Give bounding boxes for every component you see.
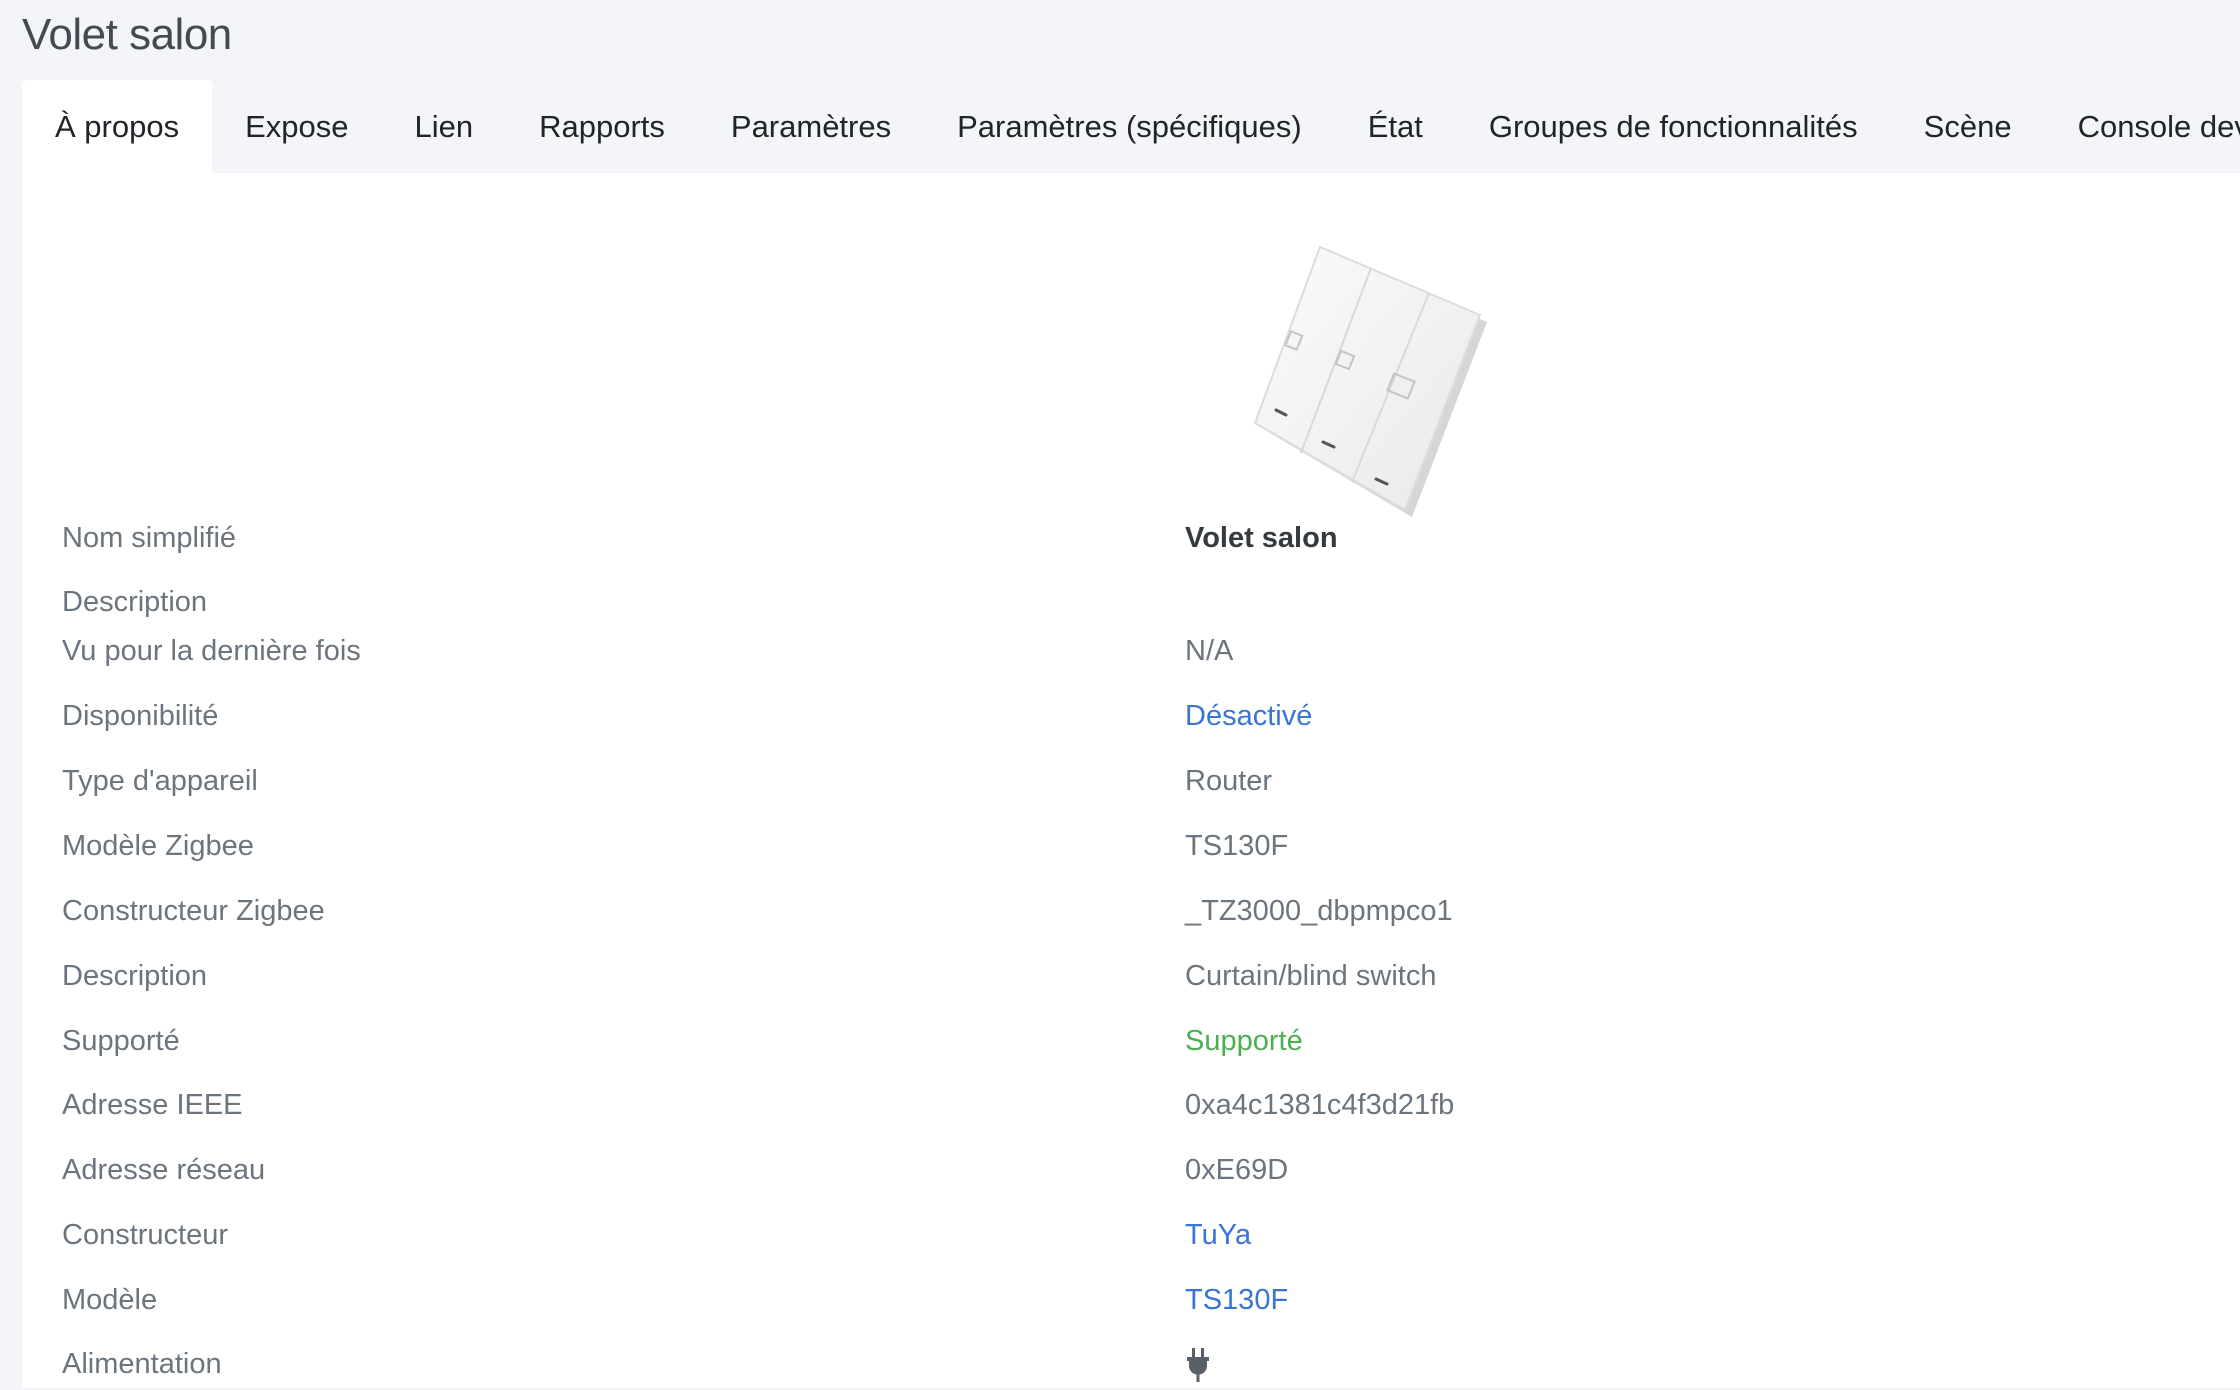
availability-link[interactable]: Désactivé bbox=[1185, 700, 1312, 733]
tab-groupes-de-fonctionnalites[interactable]: Groupes de fonctionnalités bbox=[1456, 80, 1891, 173]
info-label: Constructeur bbox=[62, 1219, 229, 1251]
info-label: Supporté bbox=[62, 1025, 180, 1057]
device-type-value: Router bbox=[1185, 765, 1273, 797]
tab-parametres[interactable]: Paramètres bbox=[698, 80, 924, 173]
tab-lien[interactable]: Lien bbox=[381, 80, 506, 173]
info-label: Adresse IEEE bbox=[62, 1089, 243, 1121]
tab-console-dev[interactable]: Console dev bbox=[2045, 80, 2240, 173]
info-label: Description bbox=[62, 960, 208, 992]
plug-icon bbox=[1187, 1348, 1209, 1382]
info-label: Nom simplifié bbox=[62, 522, 237, 554]
info-label: Constructeur Zigbee bbox=[62, 895, 325, 927]
manufacturer-link[interactable]: TuYa bbox=[1185, 1219, 1251, 1252]
info-label: Modèle bbox=[62, 1284, 158, 1316]
page-title: Volet salon bbox=[22, 10, 232, 59]
tab-parametres-specifiques[interactable]: Paramètres (spécifiques) bbox=[924, 80, 1335, 173]
tab-scene[interactable]: Scène bbox=[1891, 80, 2045, 173]
tab-rapports[interactable]: Rapports bbox=[506, 80, 698, 173]
supported-status-value: Supporté bbox=[1185, 1025, 1303, 1057]
tab-bar: À propos Expose Lien Rapports Paramètres… bbox=[22, 80, 2240, 173]
ieee-address-value: 0xa4c1381c4f3d21fb bbox=[1185, 1089, 1455, 1121]
network-address-value: 0xE69D bbox=[1185, 1154, 1289, 1186]
zigbee-manufacturer-value: _TZ3000_dbpmpco1 bbox=[1185, 895, 1453, 927]
model-description-value: Curtain/blind switch bbox=[1185, 960, 1437, 992]
last-seen-value: N/A bbox=[1185, 635, 1234, 667]
device-switch-image bbox=[1253, 245, 1487, 517]
tab-a-propos[interactable]: À propos bbox=[22, 80, 213, 173]
about-panel: Nom simplifié Volet salon Description Vu… bbox=[22, 173, 2240, 1388]
info-label: Type d'appareil bbox=[62, 765, 258, 797]
info-label: Disponibilité bbox=[62, 700, 219, 732]
info-label: Modèle Zigbee bbox=[62, 830, 254, 862]
model-link[interactable]: TS130F bbox=[1185, 1284, 1288, 1317]
info-label: Vu pour la dernière fois bbox=[62, 635, 361, 667]
tab-etat[interactable]: État bbox=[1335, 80, 1456, 173]
info-label: Alimentation bbox=[62, 1348, 222, 1380]
zigbee-model-value: TS130F bbox=[1185, 830, 1289, 862]
info-label: Description bbox=[62, 586, 208, 618]
info-label: Adresse réseau bbox=[62, 1154, 266, 1186]
friendly-name-value: Volet salon bbox=[1185, 522, 1338, 554]
power-source-value bbox=[1185, 1348, 1211, 1390]
tab-expose[interactable]: Expose bbox=[212, 80, 381, 173]
